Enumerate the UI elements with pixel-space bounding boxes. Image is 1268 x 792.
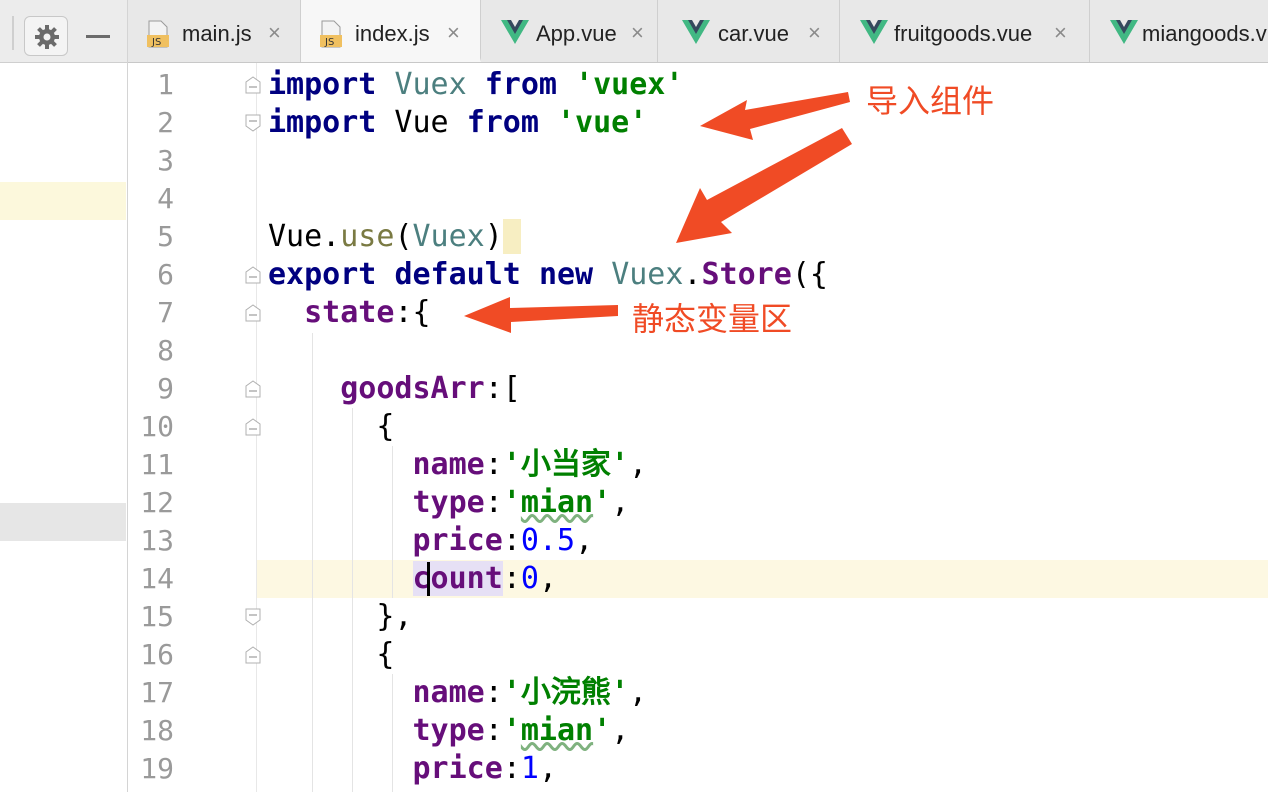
arrow-to-state: [464, 297, 618, 333]
arrow-to-vue-use: [676, 128, 852, 243]
annotation-import-components: 导入组件: [866, 82, 995, 120]
annotation-arrows: [464, 92, 852, 333]
annotation-static-vars: 静态变量区: [632, 300, 793, 338]
arrow-to-imports: [700, 92, 850, 140]
